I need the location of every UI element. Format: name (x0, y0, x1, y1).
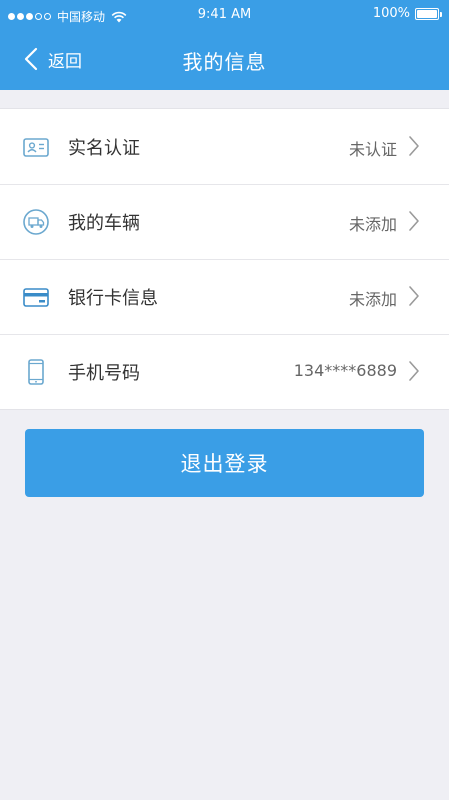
row-value: 未认证 (348, 140, 397, 159)
row-label: 实名认证 (68, 138, 140, 159)
top-bar: 中国移动 9:41 AM 100% 返回 我的信息 (0, 0, 449, 90)
row-label: 手机号码 (68, 363, 140, 384)
row-label: 我的车辆 (68, 213, 140, 234)
chevron-right-icon (409, 136, 419, 156)
row-value: 134****6889 (293, 361, 397, 380)
chevron-right-icon (409, 286, 419, 306)
status-bar: 中国移动 9:41 AM 100% (0, 0, 449, 30)
page-title: 我的信息 (182, 50, 267, 74)
battery-percent: 100% (372, 6, 410, 21)
phone-icon (28, 359, 44, 385)
bank-card-icon (23, 288, 49, 307)
nav-bar: 返回 我的信息 (0, 30, 449, 90)
info-list: 实名认证 未认证 我的车辆 未添加 银行卡信息 未添加 手机号码 134****… (0, 108, 449, 410)
list-item-phone[interactable]: 手机号码 134****6889 (0, 334, 449, 409)
row-value: 未添加 (348, 215, 397, 234)
row-label: 银行卡信息 (68, 288, 158, 309)
logout-button[interactable]: 退出登录 (25, 429, 424, 497)
chevron-right-icon (409, 361, 419, 381)
chevron-right-icon (409, 211, 419, 231)
battery-icon (415, 7, 442, 20)
list-item-vehicle[interactable]: 我的车辆 未添加 (0, 184, 449, 259)
row-value: 未添加 (348, 290, 397, 309)
vehicle-icon (23, 209, 49, 235)
list-item-bank-card[interactable]: 银行卡信息 未添加 (0, 259, 449, 334)
list-item-real-name[interactable]: 实名认证 未认证 (0, 109, 449, 184)
id-card-icon (23, 138, 49, 157)
status-right: 100% (372, 6, 442, 21)
